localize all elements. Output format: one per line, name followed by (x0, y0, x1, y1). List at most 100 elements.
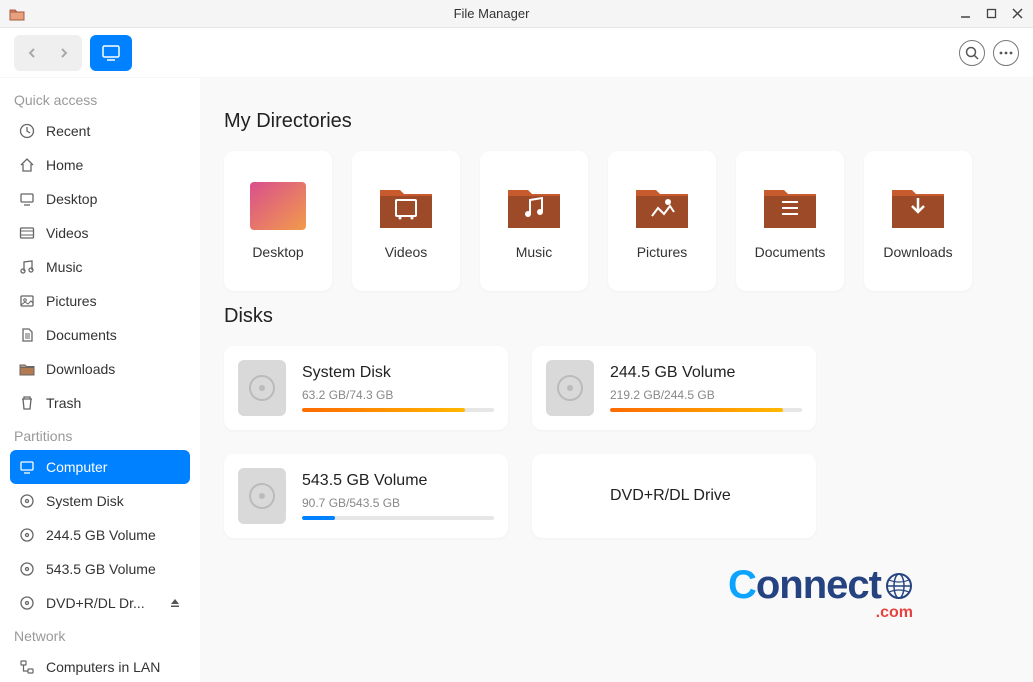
forward-button[interactable] (48, 37, 80, 69)
picture-icon (18, 292, 36, 310)
music-icon (18, 258, 36, 276)
sidebar-item-label: Recent (46, 123, 182, 139)
minimize-button[interactable] (957, 6, 973, 22)
sidebar-item-partition[interactable]: 543.5 GB Volume (10, 552, 190, 586)
sidebar-item-label: Home (46, 157, 182, 173)
directory-label: Music (516, 244, 553, 260)
toolbar (0, 28, 1033, 78)
my-directories-heading: My Directories (224, 110, 1009, 133)
sidebar-item-home[interactable]: Home (10, 148, 190, 182)
sidebar-item-downloads[interactable]: Downloads (10, 352, 190, 386)
disk-title: 244.5 GB Volume (610, 364, 802, 382)
clock-icon (18, 122, 36, 140)
sidebar-item-partition[interactable]: DVD+R/DL Dr... (10, 586, 190, 620)
disk-title: DVD+R/DL Drive (610, 487, 802, 505)
sidebar-item-videos[interactable]: Videos (10, 216, 190, 250)
disk-icon (18, 492, 36, 510)
disk-icon (18, 560, 36, 578)
sidebar-item-label: Computer (46, 459, 182, 475)
sidebar-item-label: System Disk (46, 493, 182, 509)
directory-label: Pictures (637, 244, 688, 260)
sidebar-item-label: DVD+R/DL Dr... (46, 595, 158, 611)
sidebar-item-recent[interactable]: Recent (10, 114, 190, 148)
desktop-icon (18, 190, 36, 208)
sidebar-section-partitions: Partitions (10, 420, 190, 450)
disk-usage-bar (302, 516, 494, 520)
folder-icon (762, 182, 818, 230)
sidebar-item-label: 543.5 GB Volume (46, 561, 182, 577)
disk-icon (238, 360, 286, 416)
close-button[interactable] (1009, 6, 1025, 22)
location-computer-button[interactable] (90, 35, 132, 71)
disk-icon (18, 526, 36, 544)
nav-group (14, 35, 82, 71)
directory-label: Desktop (252, 244, 303, 260)
sidebar-item-label: Desktop (46, 191, 182, 207)
back-button[interactable] (16, 37, 48, 69)
sidebar-item-desktop[interactable]: Desktop (10, 182, 190, 216)
sidebar-item-partition[interactable]: Computer (10, 450, 190, 484)
directory-label: Downloads (883, 244, 952, 260)
directory-card-downloads[interactable]: Downloads (864, 151, 972, 291)
directory-card-pictures[interactable]: Pictures (608, 151, 716, 291)
directory-card-desktop[interactable]: Desktop (224, 151, 332, 291)
disk-card[interactable]: 543.5 GB Volume 90.7 GB/543.5 GB (224, 454, 508, 538)
download-icon (18, 360, 36, 378)
disk-card[interactable]: 244.5 GB Volume 219.2 GB/244.5 GB (532, 346, 816, 430)
disk-usage-text: 219.2 GB/244.5 GB (610, 388, 802, 402)
document-icon (18, 326, 36, 344)
disk-icon (238, 468, 286, 524)
video-icon (18, 224, 36, 242)
disk-icon (18, 594, 36, 612)
trash-icon (18, 394, 36, 412)
sidebar-item-label: Documents (46, 327, 182, 343)
disks-heading: Disks (224, 305, 1009, 328)
maximize-button[interactable] (983, 6, 999, 22)
watermark: Connect .com (728, 563, 913, 622)
sidebar-item-label: 244.5 GB Volume (46, 527, 182, 543)
sidebar-item-label: Computers in LAN (46, 659, 182, 675)
sidebar: Quick access Recent Home Desktop Videos Musi… (0, 78, 200, 682)
globe-icon (885, 565, 913, 610)
sidebar-item-label: Pictures (46, 293, 182, 309)
folder-icon (634, 182, 690, 230)
search-button[interactable] (959, 40, 985, 66)
app-icon (8, 5, 26, 23)
sidebar-item-label: Trash (46, 395, 182, 411)
disk-card[interactable]: System Disk63.2 GB/74.3 GB (224, 346, 508, 430)
directory-card-music[interactable]: Music (480, 151, 588, 291)
sidebar-section-network: Network (10, 620, 190, 650)
sidebar-item-pictures[interactable]: Pictures (10, 284, 190, 318)
disk-usage-text: 63.2 GB/74.3 GB (302, 388, 494, 402)
sidebar-item-documents[interactable]: Documents (10, 318, 190, 352)
disk-title: 543.5 GB Volume (302, 472, 494, 490)
sidebar-section-quick: Quick access (10, 84, 190, 114)
folder-icon (250, 182, 306, 230)
disk-usage-bar (302, 408, 494, 412)
sidebar-item-partition[interactable]: 244.5 GB Volume (10, 518, 190, 552)
disk-icon (546, 360, 594, 416)
folder-icon (890, 182, 946, 230)
sidebar-item-label: Music (46, 259, 182, 275)
window-title: File Manager (26, 6, 957, 21)
sidebar-item-network[interactable]: Computers in LAN (10, 650, 190, 682)
sidebar-item-label: Downloads (46, 361, 182, 377)
folder-icon (506, 182, 562, 230)
home-icon (18, 156, 36, 174)
titlebar: File Manager (0, 0, 1033, 28)
sidebar-item-trash[interactable]: Trash (10, 386, 190, 420)
directory-label: Documents (755, 244, 826, 260)
sidebar-item-label: Videos (46, 225, 182, 241)
directory-card-documents[interactable]: Documents (736, 151, 844, 291)
sidebar-item-music[interactable]: Music (10, 250, 190, 284)
more-button[interactable] (993, 40, 1019, 66)
main-content: My Directories Desktop Videos Music Picture… (200, 78, 1033, 682)
directory-card-videos[interactable]: Videos (352, 151, 460, 291)
sidebar-item-partition[interactable]: System Disk (10, 484, 190, 518)
network-icon (18, 658, 36, 676)
directory-label: Videos (385, 244, 428, 260)
disk-usage-bar (610, 408, 802, 412)
disk-card[interactable]: DVD+R/DL Drive (532, 454, 816, 538)
eject-icon[interactable] (168, 596, 182, 610)
disk-usage-text: 90.7 GB/543.5 GB (302, 496, 494, 510)
